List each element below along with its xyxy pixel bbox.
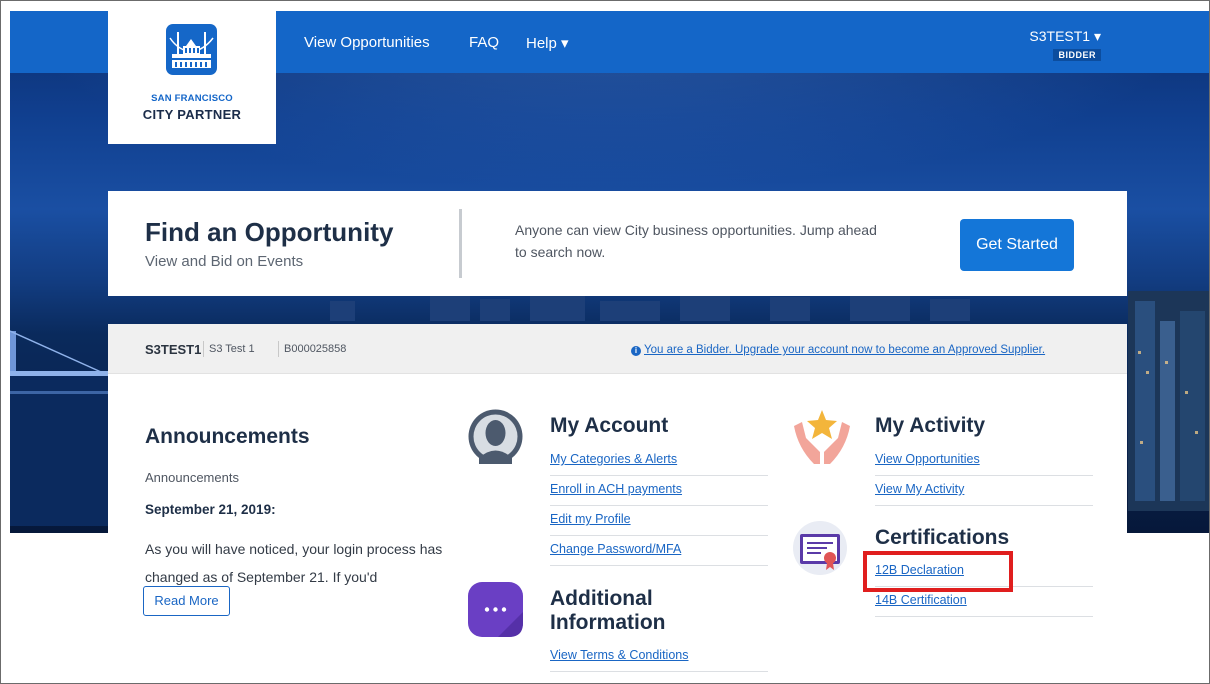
user-avatar-icon [468,409,523,464]
find-title: Find an Opportunity [145,217,394,247]
logo-text-line2: CITY PARTNER [142,107,242,122]
find-opportunity-card: Find an Opportunity View and Bid on Even… [108,191,1127,296]
nav-view-opportunities[interactable]: View Opportunities [304,34,430,51]
city-hall-bridge-icon [166,24,217,75]
upgrade-account-link[interactable]: i You are a Bidder. Upgrade your account … [631,344,1045,356]
logo-text-line1: SAN FRANCISCO [151,93,233,104]
more-dots-icon [468,582,523,637]
change-password-link[interactable]: Change Password/MFA [550,536,768,566]
user-role-badge: BIDDER [1053,49,1101,61]
my-account-title: My Account [550,414,669,437]
announcement-date: September 21, 2019: [145,502,276,517]
additional-information-title: Additional Information [550,587,666,634]
account-info-bar: S3TEST1 S3 Test 1 B000025858 i You are a … [108,324,1127,374]
edit-profile-link[interactable]: Edit my Profile [550,506,768,536]
certifications-title: Certifications [875,526,1010,549]
divider [459,209,462,278]
find-description: Anyone can view City business opportunit… [515,222,877,260]
hands-star-icon [794,410,850,464]
read-more-button[interactable]: Read More [143,586,230,616]
site-logo[interactable]: SAN FRANCISCO CITY PARTNER [108,11,276,144]
user-menu[interactable]: S3TEST1 ▾ BIDDER [1029,28,1101,61]
get-started-button[interactable]: Get Started [960,219,1074,271]
account-number: B000025858 [284,343,347,355]
find-subtitle: View and Bid on Events [145,253,304,270]
my-activity-title: My Activity [875,414,986,437]
announcements-label: Announcements [145,470,239,485]
user-name: S3TEST1 ▾ [1029,28,1101,44]
view-opportunities-link[interactable]: View Opportunities [875,446,1093,476]
my-categories-alerts-link[interactable]: My Categories & Alerts [550,446,768,476]
certificate-icon [793,521,847,575]
dashboard-panel: Announcements Announcements September 21… [108,374,1127,683]
account-id: S3TEST1 [145,342,202,357]
nav-help-dropdown[interactable]: Help ▾ [526,34,569,52]
announcement-body: As you will have noticed, your login pro… [145,541,443,585]
page-frame: View Opportunities FAQ Help ▾ S3TEST1 ▾ … [0,0,1210,684]
view-my-activity-link[interactable]: View My Activity [875,476,1093,506]
enroll-ach-link[interactable]: Enroll in ACH payments [550,476,768,506]
announcements-title: Announcements [145,425,310,448]
account-name: S3 Test 1 [209,343,255,355]
info-icon: i [631,346,641,356]
highlight-box [863,551,1013,592]
view-terms-link[interactable]: View Terms & Conditions [550,642,768,672]
nav-faq[interactable]: FAQ [469,34,499,51]
